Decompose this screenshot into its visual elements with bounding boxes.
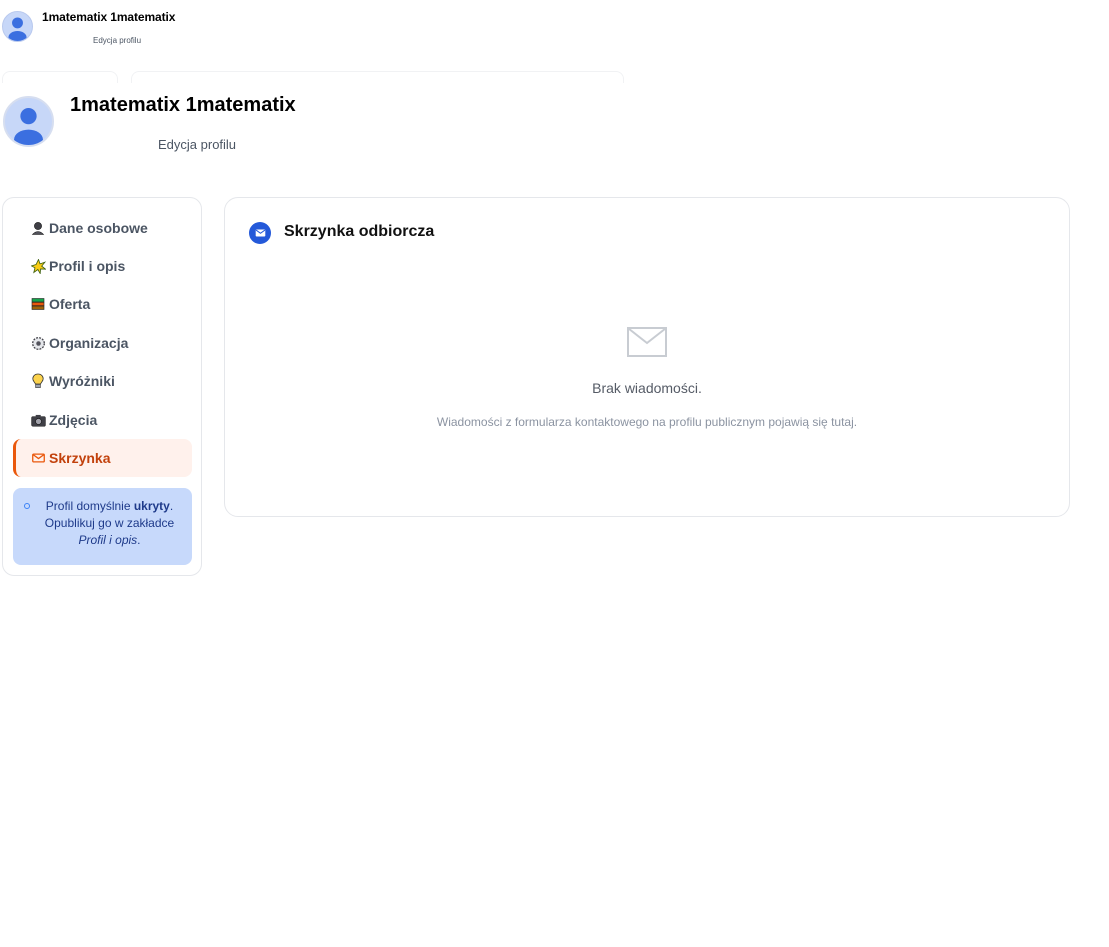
empty-state-title: Brak wiadomości. <box>592 380 702 396</box>
sidebar-item-organizacja[interactable]: Organizacja <box>13 325 192 361</box>
sidebar-item-label: Dane osobowe <box>49 220 148 236</box>
inbox-envelope-icon <box>249 222 271 244</box>
page-title: 1matematix 1matematix <box>70 94 296 116</box>
sidebar-item-wyrozniki[interactable]: Wyróżniki <box>13 363 192 399</box>
ghost-divider-right <box>131 71 624 83</box>
sidebar-item-oferta[interactable]: Oferta <box>13 286 192 322</box>
profile-visibility-notice: Profil domyślnie ukryty. Opublikuj go w … <box>13 488 192 565</box>
sidebar-item-label: Wyróżniki <box>49 373 115 389</box>
gear-icon <box>30 335 46 351</box>
books-icon <box>30 296 46 312</box>
notice-tab-link: Profil i opis <box>78 533 138 547</box>
notice-hidden-word: ukryty <box>133 499 170 513</box>
person-icon <box>30 220 46 236</box>
sidebar-item-label: Zdjęcia <box>49 412 98 428</box>
sidebar-item-label: Skrzynka <box>49 450 111 466</box>
envelope-icon <box>30 450 46 466</box>
mini-subtitle: Edycja profilu <box>93 36 142 45</box>
sidebar-item-skrzynka[interactable]: Skrzynka <box>13 439 192 477</box>
info-icon <box>24 503 30 509</box>
avatar-icon <box>2 11 33 42</box>
inbox-title: Skrzynka odbiorcza <box>284 223 435 240</box>
mini-profile-header: 1matematix 1matematix Edycja profilu <box>2 8 202 48</box>
ghost-divider-left <box>2 71 118 83</box>
empty-state-description: Wiadomości z formularza kontaktowego na … <box>436 415 858 429</box>
camera-icon <box>30 412 46 428</box>
sidebar-item-label: Organizacja <box>49 335 129 351</box>
sidebar-item-zdjecia[interactable]: Zdjęcia <box>13 402 192 438</box>
empty-envelope-icon <box>627 327 667 357</box>
inbox-card: Skrzynka odbiorcza Brak wiadomości. Wiad… <box>224 197 1070 517</box>
sparkle-icon <box>30 258 46 274</box>
sidebar: Dane osobowe Profil i opis Oferta Organi… <box>2 197 202 576</box>
mini-user-name: 1matematix 1matematix <box>42 10 176 24</box>
sidebar-item-label: Oferta <box>49 296 91 312</box>
sidebar-item-label: Profil i opis <box>49 258 126 274</box>
lightbulb-icon <box>30 373 46 389</box>
sidebar-item-dane-osobowe[interactable]: Dane osobowe <box>13 210 192 246</box>
avatar-icon <box>3 96 54 147</box>
sidebar-item-profil-i-opis[interactable]: Profil i opis <box>13 248 192 284</box>
page-subtitle: Edycja profilu <box>158 137 237 152</box>
